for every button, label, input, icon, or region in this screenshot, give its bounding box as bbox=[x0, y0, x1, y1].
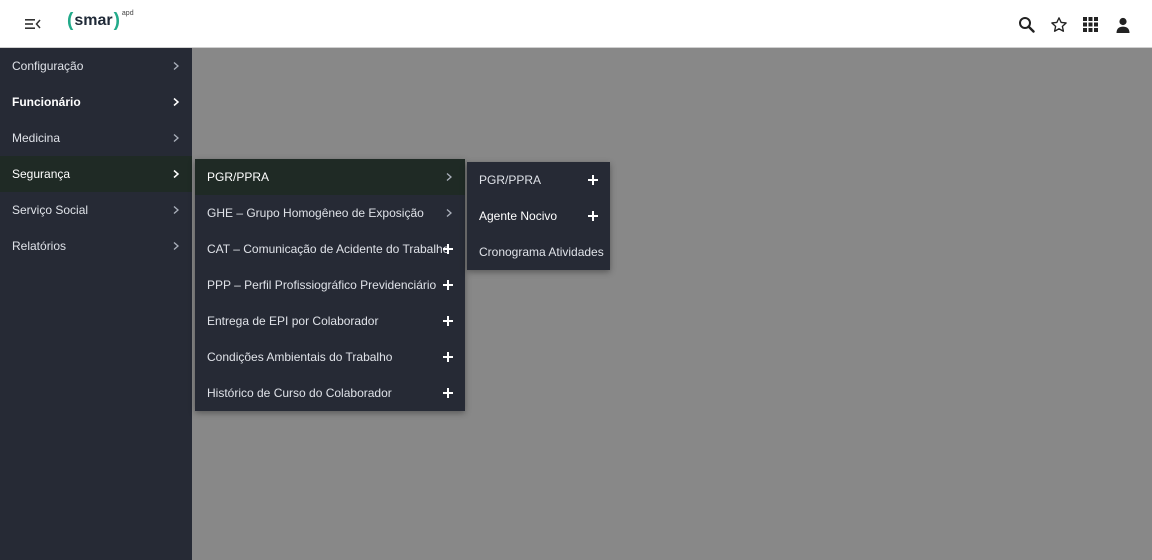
sidebar-menu: Configuração Funcionário Medicina Segura… bbox=[0, 48, 192, 560]
logo-superscript: apd bbox=[121, 10, 134, 17]
sidebar-item-label: Medicina bbox=[12, 131, 61, 145]
submenu-pgr-ppra: PGR/PPRA Agente Nocivo Cronograma Ativid… bbox=[467, 162, 610, 270]
plus-icon[interactable] bbox=[443, 352, 453, 362]
sidebar-item-servico-social[interactable]: Serviço Social bbox=[0, 192, 192, 228]
submenu-item-label: Histórico de Curso do Colaborador bbox=[207, 386, 392, 400]
submenu-item-label: GHE – Grupo Homogêneo de Exposição bbox=[207, 206, 424, 220]
app-logo[interactable]: ( smar ) apd bbox=[67, 9, 134, 37]
sidebar-item-label: Funcionário bbox=[12, 95, 81, 109]
submenu-item-label: PGR/PPRA bbox=[207, 170, 270, 184]
submenu-item-ghe[interactable]: GHE – Grupo Homogêneo de Exposição bbox=[195, 195, 465, 231]
user-icon[interactable] bbox=[1113, 15, 1132, 34]
chevron-right-icon bbox=[446, 209, 452, 217]
submenu-seguranca: PGR/PPRA GHE – Grupo Homogêneo de Exposi… bbox=[195, 159, 465, 411]
chevron-right-icon bbox=[173, 97, 180, 107]
header-actions bbox=[1017, 15, 1132, 34]
plus-icon[interactable] bbox=[443, 280, 453, 290]
plus-icon[interactable] bbox=[588, 211, 598, 221]
submenu-item-historico-curso[interactable]: Histórico de Curso do Colaborador bbox=[195, 375, 465, 411]
submenu-item-pgr-ppra[interactable]: PGR/PPRA bbox=[195, 159, 465, 195]
chevron-right-icon bbox=[173, 206, 179, 214]
logo-paren-close: ) bbox=[113, 10, 120, 31]
plus-icon[interactable] bbox=[443, 316, 453, 326]
chevron-right-icon bbox=[173, 242, 179, 250]
submenu-item-condicoes-ambientais[interactable]: Condições Ambientais do Trabalho bbox=[195, 339, 465, 375]
logo-word: smar bbox=[74, 12, 113, 29]
submenu-item-label: PPP – Perfil Profissiográfico Previdenci… bbox=[207, 278, 437, 292]
chevron-right-icon bbox=[173, 134, 179, 142]
search-icon[interactable] bbox=[1017, 15, 1036, 34]
chevron-right-icon bbox=[446, 173, 452, 181]
submenu-item-cat[interactable]: CAT – Comunicação de Acidente do Trabalh… bbox=[195, 231, 465, 267]
chevron-right-icon bbox=[173, 169, 180, 179]
submenu-item-agente-nocivo[interactable]: Agente Nocivo bbox=[467, 198, 610, 234]
menu-collapse-icon[interactable] bbox=[24, 16, 42, 32]
plus-icon[interactable] bbox=[443, 244, 453, 254]
submenu-item-cronograma-atividades[interactable]: Cronograma Atividades bbox=[467, 234, 610, 270]
sidebar-item-label: Segurança bbox=[12, 167, 71, 181]
sidebar-item-medicina[interactable]: Medicina bbox=[0, 120, 192, 156]
top-bar: ( smar ) apd bbox=[0, 0, 1152, 48]
submenu-item-label: Condições Ambientais do Trabalho bbox=[207, 350, 393, 364]
apps-grid-icon[interactable] bbox=[1081, 15, 1100, 34]
submenu-item-pgr-ppra-child[interactable]: PGR/PPRA bbox=[467, 162, 610, 198]
plus-icon[interactable] bbox=[588, 175, 598, 185]
submenu-item-entrega-epi[interactable]: Entrega de EPI por Colaborador bbox=[195, 303, 465, 339]
submenu-item-label: Cronograma Atividades bbox=[479, 245, 604, 259]
submenu-item-label: Entrega de EPI por Colaborador bbox=[207, 314, 379, 328]
sidebar-item-label: Serviço Social bbox=[12, 203, 89, 217]
sidebar-item-label: Relatórios bbox=[12, 239, 67, 253]
sidebar-item-seguranca[interactable]: Segurança bbox=[0, 156, 192, 192]
submenu-item-label: CAT – Comunicação de Acidente do Trabalh… bbox=[207, 242, 450, 256]
sidebar-item-label: Configuração bbox=[12, 59, 84, 73]
chevron-right-icon bbox=[173, 62, 179, 70]
sidebar-item-configuracao[interactable]: Configuração bbox=[0, 48, 192, 84]
submenu-item-label: PGR/PPRA bbox=[479, 173, 542, 187]
sidebar-item-funcionario[interactable]: Funcionário bbox=[0, 84, 192, 120]
plus-icon[interactable] bbox=[443, 388, 453, 398]
star-icon[interactable] bbox=[1049, 15, 1068, 34]
sidebar-item-relatorios[interactable]: Relatórios bbox=[0, 228, 192, 264]
submenu-item-ppp[interactable]: PPP – Perfil Profissiográfico Previdenci… bbox=[195, 267, 465, 303]
submenu-item-label: Agente Nocivo bbox=[479, 209, 558, 223]
